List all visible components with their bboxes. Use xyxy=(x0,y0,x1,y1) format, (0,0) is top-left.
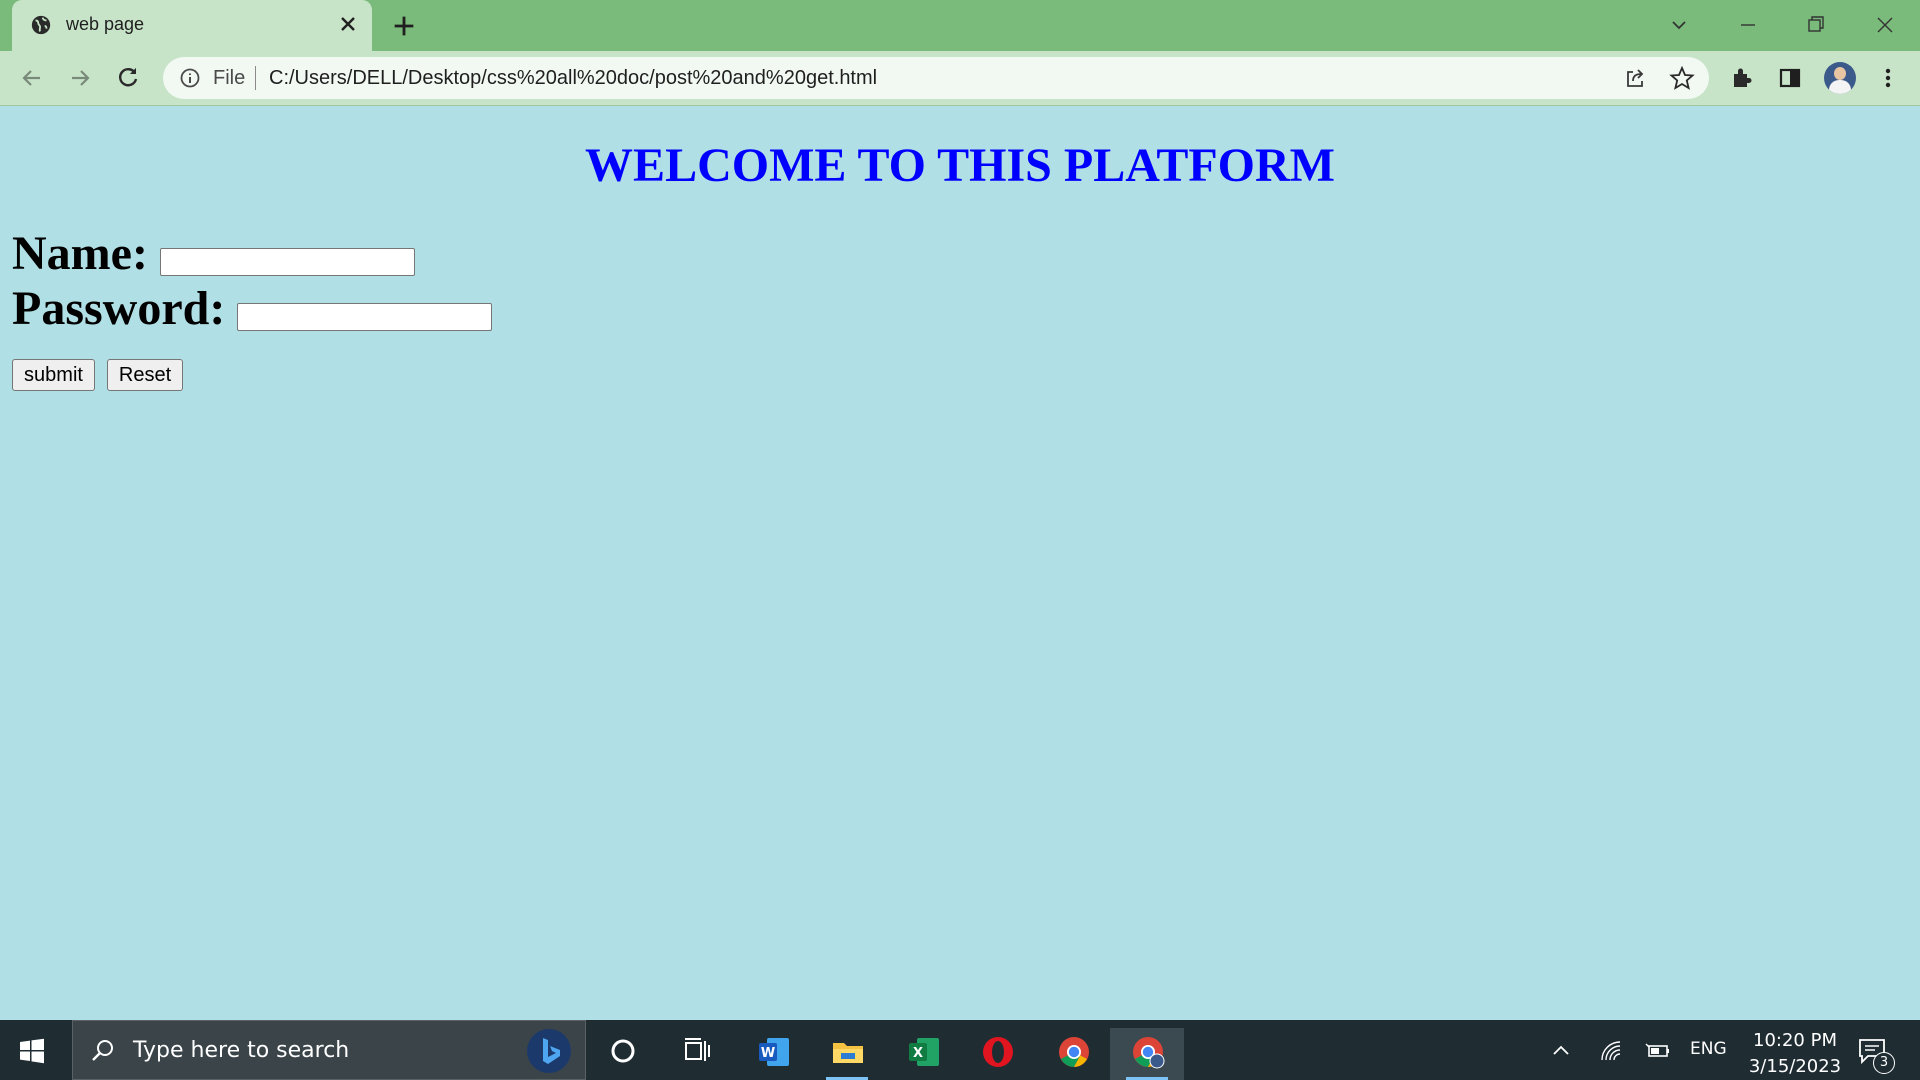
name-input[interactable] xyxy=(160,248,415,276)
show-hidden-icons-icon[interactable] xyxy=(1548,1038,1574,1064)
restore-icon[interactable] xyxy=(1801,10,1831,40)
taskbar-search-box[interactable]: Type here to search xyxy=(72,1020,586,1080)
tab-search-chevron-icon[interactable] xyxy=(1664,10,1694,40)
language-indicator[interactable]: ENG xyxy=(1690,1039,1727,1059)
window-close-icon[interactable] xyxy=(1870,10,1900,40)
password-input[interactable] xyxy=(237,303,492,331)
tab-title: web page xyxy=(66,14,145,34)
url-separator xyxy=(255,66,256,90)
name-label: Name: xyxy=(12,227,148,280)
opera-icon[interactable] xyxy=(960,1028,1034,1080)
task-view-icon[interactable] xyxy=(660,1028,734,1080)
globe-icon xyxy=(31,15,51,35)
browser-titlebar: web page xyxy=(0,0,1920,51)
bookmark-star-icon[interactable] xyxy=(1669,65,1695,91)
address-bar[interactable]: File C:/Users/DELL/Desktop/css%20all%20d… xyxy=(163,57,1709,99)
side-panel-icon[interactable] xyxy=(1776,64,1804,92)
browser-toolbar: File C:/Users/DELL/Desktop/css%20all%20d… xyxy=(0,51,1920,106)
excel-icon[interactable]: X xyxy=(886,1028,960,1080)
tab-close-icon[interactable] xyxy=(336,12,360,36)
page-title: WELCOME TO THIS PLATFORM xyxy=(585,139,1335,192)
word-icon[interactable]: W xyxy=(736,1028,810,1080)
new-tab-icon[interactable] xyxy=(390,12,418,40)
submit-button[interactable]: submit xyxy=(12,359,95,391)
notification-count-badge: 3 xyxy=(1873,1052,1895,1074)
cortana-icon[interactable] xyxy=(586,1028,660,1080)
share-icon[interactable] xyxy=(1623,66,1647,90)
taskbar-clock[interactable]: 10:20 PM 3/15/2023 xyxy=(1740,1028,1850,1080)
chrome-icon[interactable] xyxy=(1036,1028,1110,1080)
file-explorer-icon[interactable] xyxy=(810,1028,884,1080)
search-placeholder: Type here to search xyxy=(133,1038,350,1063)
windows-start-icon[interactable] xyxy=(18,1037,46,1065)
bing-icon[interactable] xyxy=(527,1029,571,1073)
search-icon xyxy=(92,1040,113,1061)
taskbar: Type here to search W X ENG 10:20 PM 3/1… xyxy=(0,1020,1920,1080)
clock-date: 3/15/2023 xyxy=(1748,1056,1842,1077)
page-body: WELCOME TO THIS PLATFORM Name: Password:… xyxy=(0,106,1920,1020)
reset-button[interactable]: Reset xyxy=(107,359,183,391)
clock-time: 10:20 PM xyxy=(1753,1030,1837,1051)
extensions-icon[interactable] xyxy=(1728,64,1756,92)
back-icon[interactable] xyxy=(18,64,46,92)
url-scheme-label: File xyxy=(213,67,246,89)
site-info-icon[interactable] xyxy=(179,67,201,89)
browser-tab[interactable]: web page xyxy=(12,0,372,51)
network-icon[interactable] xyxy=(1598,1038,1624,1064)
minimize-icon[interactable] xyxy=(1733,10,1763,40)
svg-text:W: W xyxy=(761,1046,775,1061)
url-text[interactable]: C:/Users/DELL/Desktop/css%20all%20doc/po… xyxy=(269,67,877,90)
battery-icon[interactable] xyxy=(1644,1038,1672,1064)
chrome-profile-icon[interactable] xyxy=(1110,1028,1184,1080)
profile-avatar[interactable] xyxy=(1824,62,1856,94)
more-menu-icon[interactable] xyxy=(1874,64,1902,92)
forward-icon[interactable] xyxy=(66,64,94,92)
password-label: Password: xyxy=(12,282,226,335)
svg-text:X: X xyxy=(913,1046,923,1061)
reload-icon[interactable] xyxy=(114,64,142,92)
